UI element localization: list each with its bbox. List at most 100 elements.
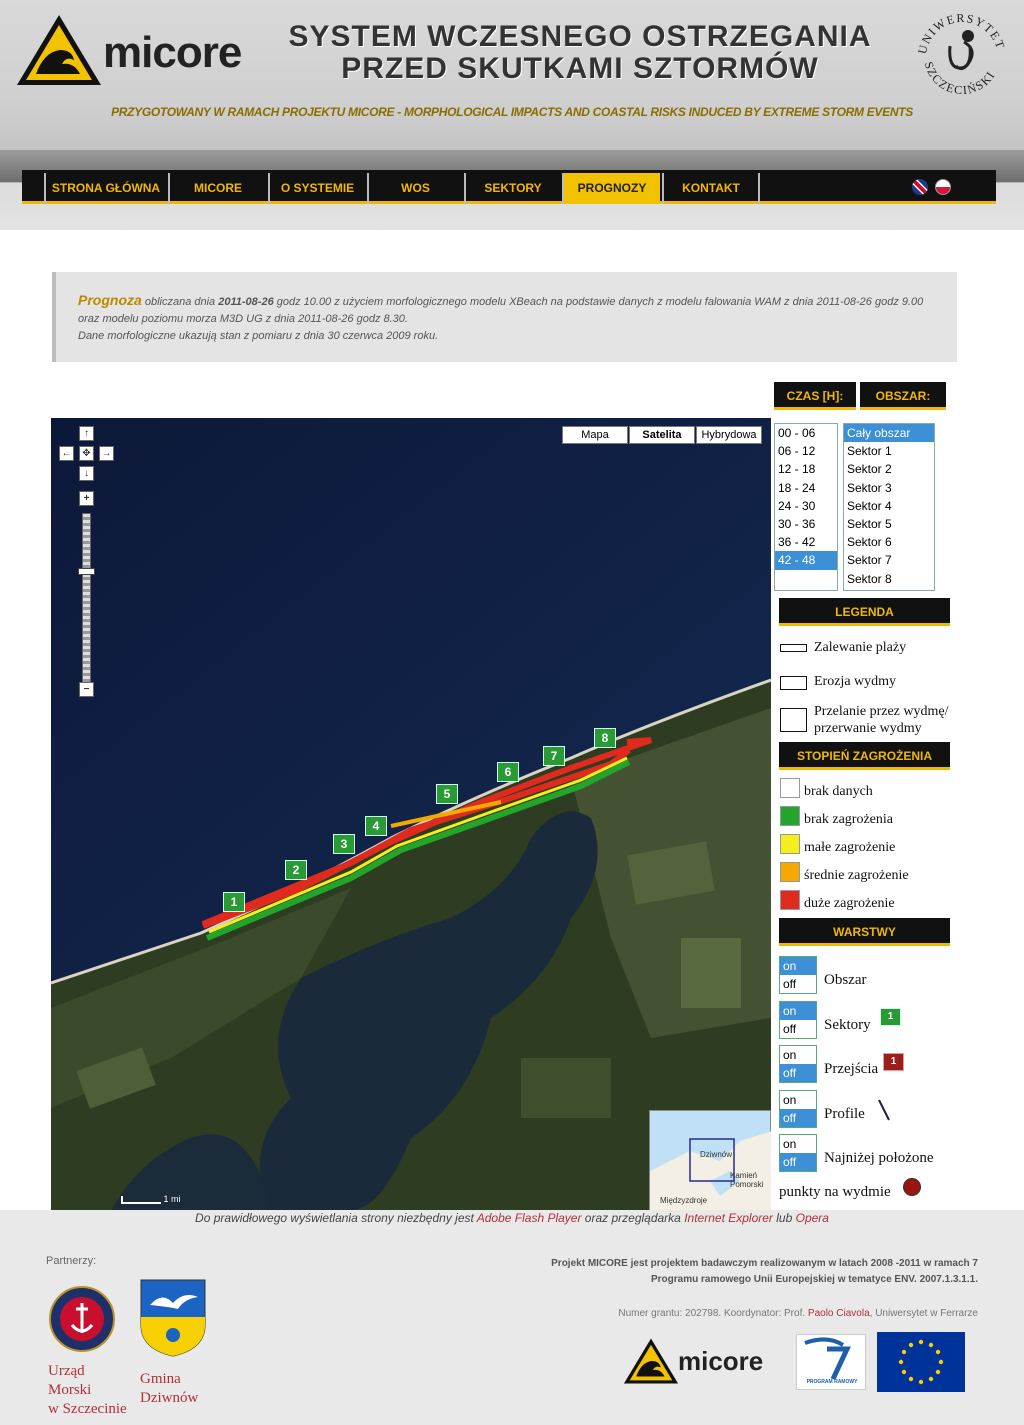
area-option[interactable]: Sektor 7: [844, 551, 934, 569]
sector-marker-3[interactable]: 3: [333, 834, 355, 854]
area-option[interactable]: Sektor 4: [844, 497, 934, 515]
layer-toggle-przejscia[interactable]: on off: [779, 1045, 817, 1083]
flag-english-icon[interactable]: [912, 178, 928, 195]
nav-item-strona-glowna[interactable]: STRONA GŁÓWNA: [44, 173, 166, 204]
partner-gmina-dziwnow[interactable]: Gmina Dziwnów: [140, 1370, 198, 1408]
university-logo-bottom-text: SZCZECIŃSKI: [922, 60, 997, 97]
legend-dune-erosion: Erozja wydmy: [814, 674, 897, 689]
map-type-satelita-button[interactable]: Satelita: [629, 426, 695, 444]
sector-marker-6[interactable]: 6: [497, 762, 519, 782]
time-option[interactable]: 18 - 24: [775, 479, 837, 497]
area-option[interactable]: Sektor 2: [844, 460, 934, 478]
area-option-selected[interactable]: Cały obszar: [844, 424, 934, 443]
layer-label-obszar: Obszar: [824, 972, 867, 988]
lowest-point-marker-icon: [903, 1178, 921, 1196]
sector-marker-2[interactable]: 2: [285, 860, 307, 880]
pan-down-icon[interactable]: ↓: [79, 466, 94, 481]
time-option[interactable]: 00 - 06: [775, 424, 837, 442]
time-option[interactable]: 12 - 18: [775, 460, 837, 478]
partner2-line2: Dziwnów: [140, 1390, 199, 1406]
threat-label-none: brak zagrożenia: [804, 812, 893, 827]
map-scale: 1 mi: [121, 1194, 181, 1204]
time-header: CZAS [H]:: [774, 382, 856, 410]
map-type-mapa-button[interactable]: Mapa: [562, 426, 628, 444]
nav-item-wos[interactable]: WOS: [367, 173, 462, 204]
layer-on-option[interactable]: on: [780, 1046, 816, 1064]
layer-toggle-obszar[interactable]: on off: [779, 956, 817, 994]
micore-logo-text[interactable]: micore: [103, 28, 242, 78]
time-option[interactable]: 36 - 42: [775, 533, 837, 551]
pan-up-icon[interactable]: ↑: [79, 426, 94, 441]
overview-minimap[interactable]: Dziwnów Kamień Pomorski Międzyzdroje: [649, 1110, 771, 1210]
sector-marker-1[interactable]: 1: [223, 892, 245, 912]
layer-off-option[interactable]: off: [780, 1153, 816, 1171]
area-select-list[interactable]: Cały obszar Sektor 1 Sektor 2 Sektor 3 S…: [843, 423, 935, 591]
flag-polish-icon[interactable]: [935, 178, 952, 195]
zoom-in-icon[interactable]: +: [79, 491, 94, 506]
layer-toggle-lowest-points[interactable]: on off: [779, 1134, 817, 1172]
pan-left-icon[interactable]: ←: [59, 446, 74, 461]
partner1-line1: Urząd: [48, 1363, 85, 1379]
zoom-slider-track[interactable]: [82, 513, 91, 683]
forecast-date: 2011-08-26: [218, 296, 274, 308]
layer-off-option[interactable]: off: [780, 1109, 816, 1127]
layer-on-option[interactable]: on: [780, 957, 816, 975]
time-select-list[interactable]: 00 - 06 06 - 12 12 - 18 18 - 24 24 - 30 …: [774, 423, 838, 591]
time-option[interactable]: 24 - 30: [775, 497, 837, 515]
minimap-label-miedzyzdroje: Międzyzdroje: [660, 1196, 708, 1205]
sector-marker-5[interactable]: 5: [436, 784, 458, 804]
layer-on-option[interactable]: on: [780, 1091, 816, 1109]
pan-right-icon[interactable]: →: [99, 446, 114, 461]
time-option[interactable]: 06 - 12: [775, 442, 837, 460]
coordinator-link[interactable]: Paolo Ciavola: [808, 1308, 870, 1319]
layer-toggle-profile[interactable]: on off: [779, 1090, 817, 1128]
area-option[interactable]: Sektor 1: [844, 442, 934, 460]
nav-item-micore[interactable]: MICORE: [168, 173, 266, 204]
maritime-office-logo-icon[interactable]: [48, 1285, 116, 1353]
nav-item-prognozy[interactable]: PROGNOZY: [562, 173, 660, 204]
eu-flag-icon[interactable]: [877, 1332, 965, 1392]
zoom-out-icon[interactable]: −: [79, 682, 94, 697]
pan-center-icon[interactable]: ✥: [79, 446, 94, 461]
legend-beach-flooding-symbol: [780, 644, 807, 652]
nav-item-kontakt[interactable]: KONTAKT: [662, 173, 760, 204]
sector-marker-4[interactable]: 4: [365, 816, 387, 836]
micore-logo-icon[interactable]: [14, 12, 104, 88]
threat-label-medium: średnie zagrożenie: [804, 868, 909, 883]
layer-off-option[interactable]: off: [780, 975, 816, 993]
layer-on-option[interactable]: on: [780, 1135, 816, 1153]
layer-toggle-sektory[interactable]: on off: [779, 1001, 817, 1039]
gmina-dziwnow-crest-icon[interactable]: [140, 1279, 206, 1357]
zoom-slider-handle[interactable]: [78, 568, 95, 575]
threat-swatch-low: [780, 834, 800, 854]
footer-micore-logo-icon[interactable]: [622, 1336, 680, 1386]
fp7-logo[interactable]: PROGRAM RAMOWY: [796, 1334, 866, 1390]
sector-marker-8[interactable]: 8: [594, 728, 616, 748]
footer-micore-logo-text[interactable]: micore: [678, 1346, 763, 1377]
area-option[interactable]: Sektor 5: [844, 515, 934, 533]
area-option[interactable]: Sektor 6: [844, 533, 934, 551]
nav-item-o-systemie[interactable]: O SYSTEMIE: [268, 173, 365, 204]
threat-swatch-medium: [780, 862, 800, 882]
satellite-map[interactable]: Mapa Satelita Hybrydowa ↑ ← ✥ → ↓ + − 1 …: [51, 418, 771, 1210]
threat-swatch-high: [780, 890, 800, 910]
layer-label-lowest-points-line2: punkty na wydmie: [779, 1184, 891, 1200]
map-scale-label: 1 mi: [163, 1194, 181, 1204]
grant-suffix: , Uniwersytet w Ferrarze: [869, 1308, 978, 1319]
sector-marker-7[interactable]: 7: [543, 746, 565, 766]
opera-link[interactable]: Opera: [796, 1211, 829, 1225]
university-logo-icon[interactable]: UNIWERSYTET SZCZECIŃSKI: [912, 6, 1012, 102]
forecast-label: Prognoza: [78, 292, 142, 308]
layer-off-option[interactable]: off: [780, 1020, 816, 1038]
partner-maritime-office[interactable]: Urząd Morski w Szczecinie: [48, 1362, 127, 1419]
area-option[interactable]: Sektor 8: [844, 570, 934, 588]
map-type-hybrydowa-button[interactable]: Hybrydowa: [696, 426, 762, 444]
layer-off-option[interactable]: off: [780, 1064, 816, 1082]
time-option[interactable]: 30 - 36: [775, 515, 837, 533]
area-option[interactable]: Sektor 3: [844, 479, 934, 497]
flash-player-link[interactable]: Adobe Flash Player: [477, 1211, 582, 1225]
layer-on-option[interactable]: on: [780, 1002, 816, 1020]
time-option-selected[interactable]: 42 - 48: [775, 551, 837, 570]
nav-item-sektory[interactable]: SEKTORY: [464, 173, 560, 204]
internet-explorer-link[interactable]: Internet Explorer: [684, 1211, 773, 1225]
